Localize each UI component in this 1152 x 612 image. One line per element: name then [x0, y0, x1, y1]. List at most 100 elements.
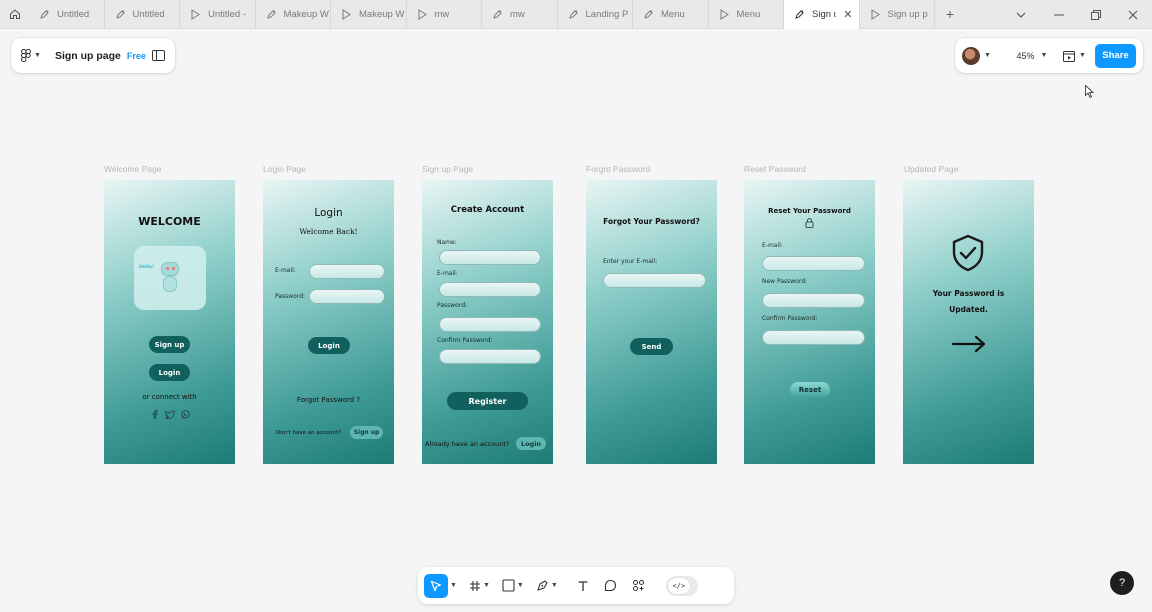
share-button[interactable]: Share: [1095, 43, 1136, 68]
send-button[interactable]: Send: [630, 338, 673, 355]
tab-5[interactable]: mw: [407, 0, 482, 29]
restore-button[interactable]: [1077, 0, 1115, 29]
pen-icon: [537, 580, 548, 591]
actions-tool-button[interactable]: [626, 574, 652, 598]
tab-label: Untitled: [57, 8, 90, 20]
frame-label-reset[interactable]: Reset Password: [744, 164, 806, 174]
login-title: Login: [314, 207, 343, 219]
tab-6[interactable]: mw: [482, 0, 558, 29]
tab-10[interactable]: Sign u ✕: [784, 0, 860, 29]
tab-label: Landing P: [585, 8, 629, 20]
move-tool-chevron-icon[interactable]: ▼: [450, 582, 457, 589]
tab-9[interactable]: Menu: [709, 0, 784, 29]
tab-label: mw: [510, 8, 525, 20]
frame-login[interactable]: Login Welcome Back! E-mail: Password: Lo…: [263, 180, 394, 464]
reset-email-input[interactable]: [762, 256, 865, 271]
tab-1[interactable]: Untitled: [105, 0, 180, 29]
tab-label: Makeup W: [283, 8, 329, 20]
tab-8[interactable]: Menu: [633, 0, 709, 29]
welcome-signup-button[interactable]: Sign up: [149, 336, 190, 353]
frame-label-login[interactable]: Login Page: [263, 164, 306, 174]
frame-label-updated[interactable]: Updated Page: [904, 164, 958, 174]
frame-label-forgot[interactable]: Forgot Password: [586, 164, 650, 174]
play-icon: [719, 8, 730, 20]
shape-tool-button[interactable]: [502, 574, 515, 598]
login-button[interactable]: Login: [308, 337, 350, 354]
comment-tool-button[interactable]: [598, 574, 624, 598]
tab-4[interactable]: Makeup W: [331, 0, 407, 29]
tab-7[interactable]: Landing P: [558, 0, 633, 29]
close-window-button[interactable]: [1114, 0, 1152, 29]
home-icon[interactable]: [0, 0, 29, 29]
tab-list-chevron-icon[interactable]: [1002, 0, 1040, 29]
frame-updated[interactable]: Your Password is Updated.: [903, 180, 1034, 464]
register-button[interactable]: Register: [447, 392, 528, 410]
login-email-label: E-mail:: [275, 267, 296, 274]
tab-3[interactable]: Makeup W: [256, 0, 331, 29]
login-password-input[interactable]: [309, 289, 385, 304]
forgot-email-input[interactable]: [603, 273, 706, 288]
welcome-login-button[interactable]: Login: [149, 364, 190, 381]
tab-11[interactable]: Sign up p: [860, 0, 935, 29]
signup-name-input[interactable]: [439, 250, 541, 265]
signup-confirm-input[interactable]: [439, 349, 541, 364]
figjam-icon: [115, 9, 126, 20]
forgot-email-label: Enter your E-mail:: [603, 258, 658, 265]
pen-tool-chevron-icon[interactable]: ▼: [551, 582, 558, 589]
hash-frame-icon: [469, 580, 480, 591]
frame-label-welcome[interactable]: Welcome Page: [104, 164, 161, 174]
login-signup-button[interactable]: Sign up: [350, 426, 383, 439]
signup-password-input[interactable]: [439, 317, 541, 332]
text-tool-button[interactable]: [570, 574, 596, 598]
close-tab-icon[interactable]: ✕: [843, 8, 852, 21]
signup-confirm-label: Confirm Password:: [437, 337, 493, 344]
figma-menu-icon[interactable]: ▼: [21, 49, 41, 62]
forgot-password-link[interactable]: Forgot Password ?: [263, 396, 394, 404]
frame-reset[interactable]: Reset Your Password E-mail: New Password…: [744, 180, 875, 464]
lock-icon: [805, 218, 814, 228]
tab-label: mw: [434, 8, 450, 20]
frame-signup[interactable]: Create Account Name: E-mail: Password: C…: [422, 180, 553, 464]
signup-email-input[interactable]: [439, 282, 541, 297]
whatsapp-icon[interactable]: [181, 410, 190, 419]
avatar-chevron-icon[interactable]: ▼: [984, 52, 991, 59]
tab-2[interactable]: Untitled -: [180, 0, 256, 29]
plan-badge[interactable]: Free: [127, 51, 146, 61]
zoom-control[interactable]: 45% ▼: [1009, 47, 1055, 65]
facebook-icon[interactable]: [151, 410, 159, 419]
minimize-button[interactable]: [1040, 0, 1078, 29]
reset-new-password-input[interactable]: [762, 293, 865, 308]
tab-0[interactable]: Untitled: [29, 0, 105, 29]
arrow-right-icon[interactable]: [951, 335, 987, 353]
shape-tool-chevron-icon[interactable]: ▼: [517, 582, 524, 589]
frame-tool-chevron-icon[interactable]: ▼: [483, 582, 490, 589]
reset-email-label: E-mail:: [762, 242, 783, 249]
reset-button[interactable]: Reset: [790, 382, 830, 398]
header-right-panel: ▼ 45% ▼ ▼ Share: [955, 38, 1143, 73]
pen-tool-button[interactable]: [536, 574, 549, 598]
help-button[interactable]: ?: [1110, 571, 1134, 595]
zoom-chevron-icon: ▼: [1040, 52, 1048, 59]
signup-login-button[interactable]: Login: [516, 437, 546, 450]
new-tab-button[interactable]: +: [935, 0, 965, 29]
avatar[interactable]: [962, 46, 980, 65]
move-tool-button[interactable]: [424, 573, 448, 598]
social-icons: [151, 410, 190, 419]
reset-confirm-input[interactable]: [762, 330, 865, 345]
file-name[interactable]: Sign up page: [55, 50, 121, 62]
code-icon: </>: [667, 577, 690, 594]
tab-label: Makeup W: [359, 8, 405, 20]
toggle-sidebar-icon[interactable]: [152, 50, 165, 61]
frame-label-signup[interactable]: Sign up Page: [422, 164, 473, 174]
play-icon: [870, 8, 881, 20]
signup-password-label: Password:: [437, 302, 468, 309]
twitter-icon[interactable]: [165, 410, 175, 419]
frame-tool-button[interactable]: [469, 574, 481, 598]
login-password-label: Password:: [275, 293, 306, 300]
play-icon: [190, 8, 201, 20]
present-icon[interactable]: ▼: [1062, 50, 1086, 62]
frame-forgot[interactable]: Forgot Your Password? Enter your E-mail:…: [586, 180, 717, 464]
dev-mode-toggle[interactable]: </>: [665, 575, 698, 596]
frame-welcome[interactable]: WELCOME Hello! Sign up Login or connect …: [104, 180, 235, 464]
login-email-input[interactable]: [309, 264, 385, 279]
